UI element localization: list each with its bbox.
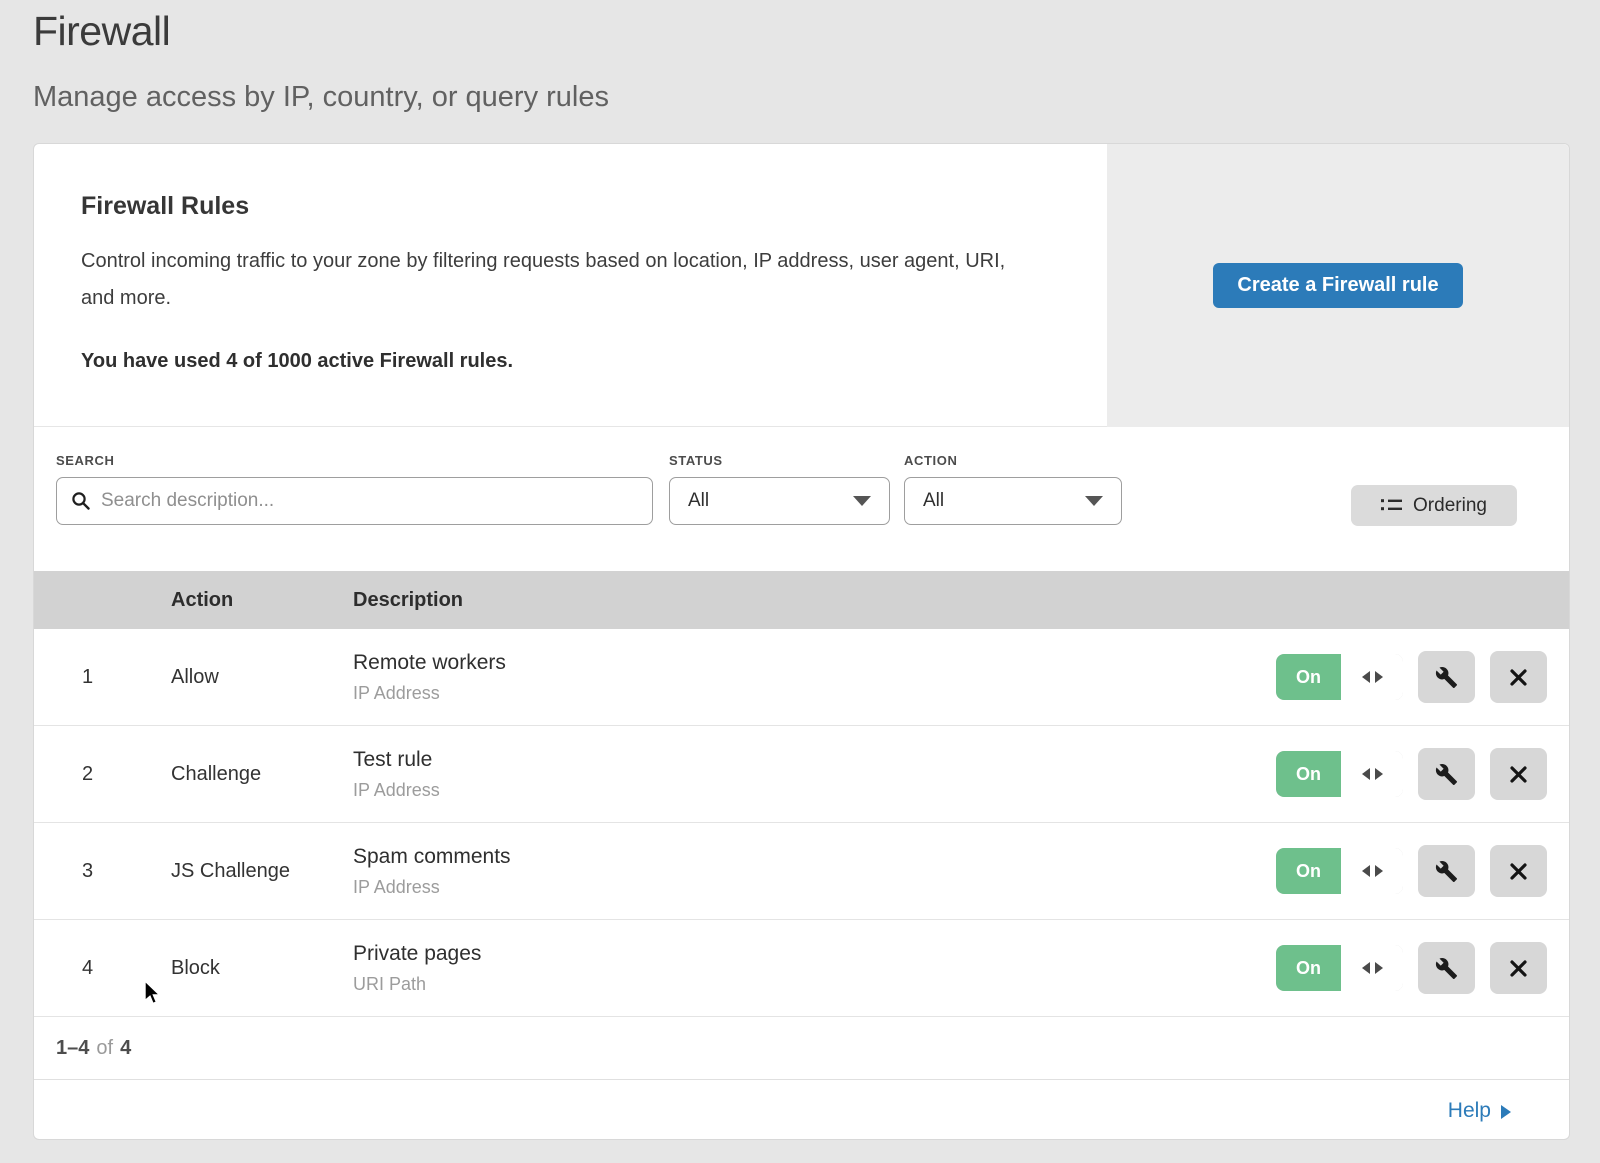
wrench-icon [1435, 666, 1458, 689]
rule-match-type: IP Address [353, 780, 440, 801]
rule-match-type: URI Path [353, 974, 481, 995]
chevron-down-icon [1085, 496, 1103, 506]
toggle-on-segment[interactable]: On [1276, 945, 1341, 991]
table-row: 4 Block Private pages URI Path On [34, 920, 1569, 1017]
table-header: Action Description [34, 571, 1569, 629]
action-select-value: All [923, 490, 944, 512]
rule-description: Remote workers [353, 651, 506, 675]
rule-priority: 1 [34, 666, 171, 689]
rule-enabled-toggle[interactable]: On [1276, 945, 1403, 991]
firewall-rules-card: Firewall Rules Control incoming traffic … [33, 143, 1570, 1140]
rule-description: Test rule [353, 748, 440, 772]
ordering-button-label: Ordering [1413, 495, 1487, 517]
rule-action: Challenge [171, 763, 353, 786]
card-footer: Help [34, 1080, 1569, 1142]
intro-description: Control incoming traffic to your zone by… [81, 243, 1026, 317]
intro-heading: Firewall Rules [81, 192, 1061, 221]
edit-rule-button[interactable] [1418, 942, 1475, 994]
wrench-icon [1435, 763, 1458, 786]
close-icon [1508, 764, 1529, 785]
rule-enabled-toggle[interactable]: On [1276, 751, 1403, 797]
table-row: 2 Challenge Test rule IP Address On [34, 726, 1569, 823]
pagination: 1–4 of 4 [34, 1017, 1569, 1080]
intro-text: Firewall Rules Control incoming traffic … [81, 192, 1061, 373]
rule-description-cell: Test rule IP Address [353, 748, 440, 801]
intro-section: Firewall Rules Control incoming traffic … [34, 144, 1569, 427]
rule-controls: On [1276, 920, 1547, 1016]
toggle-on-segment[interactable]: On [1276, 751, 1341, 797]
search-input[interactable] [101, 490, 638, 512]
rule-priority: 3 [34, 860, 171, 883]
action-select[interactable]: All [904, 477, 1122, 525]
close-icon [1508, 861, 1529, 882]
rule-priority: 4 [34, 957, 171, 980]
rule-enabled-toggle[interactable]: On [1276, 848, 1403, 894]
rule-controls: On [1276, 629, 1547, 725]
table-header-description: Description [353, 589, 1569, 612]
rule-enabled-toggle[interactable]: On [1276, 654, 1403, 700]
table-row: 3 JS Challenge Spam comments IP Address … [34, 823, 1569, 920]
ordered-list-icon [1381, 497, 1402, 514]
rule-description-cell: Spam comments IP Address [353, 845, 511, 898]
wrench-icon [1435, 860, 1458, 883]
close-icon [1508, 667, 1529, 688]
rule-description-cell: Private pages URI Path [353, 942, 481, 995]
pagination-range: 1–4 [56, 1037, 89, 1060]
table-row: 1 Allow Remote workers IP Address On [34, 629, 1569, 726]
delete-rule-button[interactable] [1490, 651, 1547, 703]
chevron-down-icon [853, 496, 871, 506]
delete-rule-button[interactable] [1490, 845, 1547, 897]
rule-description: Private pages [353, 942, 481, 966]
filters-bar: SEARCH STATUS All ACTION All Orde [34, 427, 1569, 571]
rule-match-type: IP Address [353, 877, 511, 898]
arrow-right-icon [1501, 1105, 1511, 1119]
rule-controls: On [1276, 726, 1547, 822]
search-box[interactable] [56, 477, 653, 525]
toggle-arrows-icon[interactable] [1341, 945, 1403, 991]
pagination-total: 4 [120, 1037, 131, 1060]
rule-priority: 2 [34, 763, 171, 786]
page-title: Firewall [33, 8, 609, 55]
status-label: STATUS [669, 453, 723, 468]
toggle-arrows-icon[interactable] [1341, 848, 1403, 894]
rule-controls: On [1276, 823, 1547, 919]
help-link-label: Help [1448, 1099, 1491, 1123]
create-firewall-rule-button[interactable]: Create a Firewall rule [1213, 263, 1463, 308]
toggle-on-segment[interactable]: On [1276, 848, 1341, 894]
rule-description: Spam comments [353, 845, 511, 869]
table-header-action: Action [171, 589, 353, 612]
close-icon [1508, 958, 1529, 979]
status-select-value: All [688, 490, 709, 512]
page-subtitle: Manage access by IP, country, or query r… [33, 81, 609, 114]
rule-match-type: IP Address [353, 683, 506, 704]
delete-rule-button[interactable] [1490, 748, 1547, 800]
edit-rule-button[interactable] [1418, 651, 1475, 703]
create-rule-panel: Create a Firewall rule [1107, 144, 1569, 427]
toggle-arrows-icon[interactable] [1341, 654, 1403, 700]
ordering-button[interactable]: Ordering [1351, 485, 1517, 526]
rule-action: Block [171, 957, 353, 980]
status-select[interactable]: All [669, 477, 890, 525]
help-link[interactable]: Help [1448, 1099, 1511, 1123]
action-label: ACTION [904, 453, 957, 468]
wrench-icon [1435, 957, 1458, 980]
edit-rule-button[interactable] [1418, 748, 1475, 800]
search-label: SEARCH [56, 453, 115, 468]
rule-action: JS Challenge [171, 860, 353, 883]
toggle-on-segment[interactable]: On [1276, 654, 1341, 700]
pagination-of: of [96, 1037, 113, 1060]
rule-action: Allow [171, 666, 353, 689]
toggle-arrows-icon[interactable] [1341, 751, 1403, 797]
rule-description-cell: Remote workers IP Address [353, 651, 506, 704]
edit-rule-button[interactable] [1418, 845, 1475, 897]
delete-rule-button[interactable] [1490, 942, 1547, 994]
page-header: Firewall Manage access by IP, country, o… [33, 8, 609, 114]
search-icon [71, 491, 91, 511]
intro-usage-text: You have used 4 of 1000 active Firewall … [81, 350, 1061, 373]
